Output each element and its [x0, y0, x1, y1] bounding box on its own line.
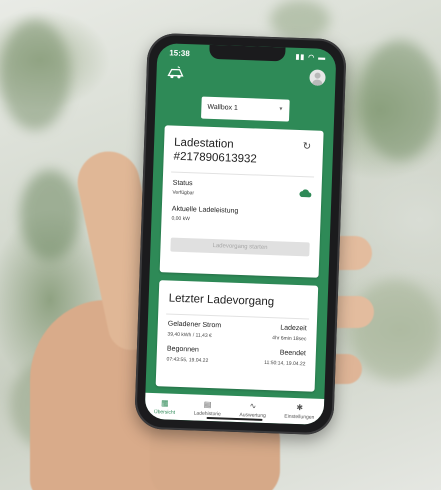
refresh-icon[interactable]: ↻	[303, 141, 312, 152]
start-time-label: Begonnen	[166, 345, 199, 354]
status-time: 15:38	[169, 48, 190, 59]
chevron-down-icon: ▼	[278, 106, 284, 113]
divider	[171, 171, 315, 178]
background-photo: 15:38 ▮▮ ◠ ▬ Wallbox 1 ▼ Ladestation #21…	[0, 0, 441, 490]
duration-label: Ladezeit	[280, 324, 307, 333]
wallbox-select[interactable]: Wallbox 1 ▼	[201, 96, 290, 122]
history-icon: ▤	[203, 399, 212, 410]
bottom-navigation: ▦ Übersicht ▤ Ladehistorie ∿ Auswertung …	[144, 392, 325, 426]
profile-avatar[interactable]	[309, 69, 326, 86]
divider	[166, 313, 310, 320]
nav-item-einstellungen[interactable]: ✱ Einstellungen	[284, 403, 315, 421]
last-charge-title: Letzter Ladevorgang	[168, 292, 275, 309]
nav-item-uebersicht[interactable]: ▦ Übersicht	[153, 398, 176, 416]
start-charging-button[interactable]: Ladevorgang starten	[170, 237, 310, 257]
nav-item-ladehistorie[interactable]: ▤ Ladehistorie	[194, 399, 222, 418]
signal-wifi-battery-icon: ▮▮ ◠ ▬	[295, 53, 327, 62]
app-header	[156, 61, 336, 91]
smartphone: 15:38 ▮▮ ◠ ▬ Wallbox 1 ▼ Ladestation #21…	[134, 32, 347, 436]
last-charge-card: Letzter Ladevorgang Geladener Strom 39,4…	[155, 280, 319, 392]
duration-value: 4hr 6min 18sec	[272, 335, 307, 343]
gear-icon: ✱	[296, 403, 304, 413]
start-time-value: 07:43:55, 19.04.22	[166, 356, 209, 364]
end-time-value: 11:50:14, 19.04.22	[264, 359, 306, 368]
app-logo-icon	[166, 65, 184, 80]
power-label: Aktuelle Ladeleistung	[171, 205, 239, 215]
wallbox-select-value: Wallbox 1	[207, 103, 238, 112]
chart-icon: ∿	[249, 401, 257, 411]
status-label: Status	[172, 179, 193, 188]
power-value: 0,00 kW	[171, 215, 190, 223]
energy-value: 39,40 kWh / 11,43 €	[167, 331, 212, 340]
energy-label: Geladener Strom	[167, 320, 222, 330]
status-value: Verfügbar	[172, 189, 195, 197]
notch	[209, 44, 286, 62]
cloud-icon	[299, 184, 312, 202]
station-card: Ladestation #217890613932 ↻ Status Verfü…	[159, 125, 324, 278]
nav-item-auswertung[interactable]: ∿ Auswertung	[239, 401, 266, 419]
end-time-label: Beendet	[279, 349, 306, 358]
dashboard-icon: ▦	[160, 398, 169, 408]
nav-label: Einstellungen	[284, 413, 315, 421]
station-title-line2: #217890613932	[173, 150, 257, 166]
nav-label: Übersicht	[153, 409, 176, 416]
phone-screen: 15:38 ▮▮ ◠ ▬ Wallbox 1 ▼ Ladestation #21…	[144, 42, 337, 426]
